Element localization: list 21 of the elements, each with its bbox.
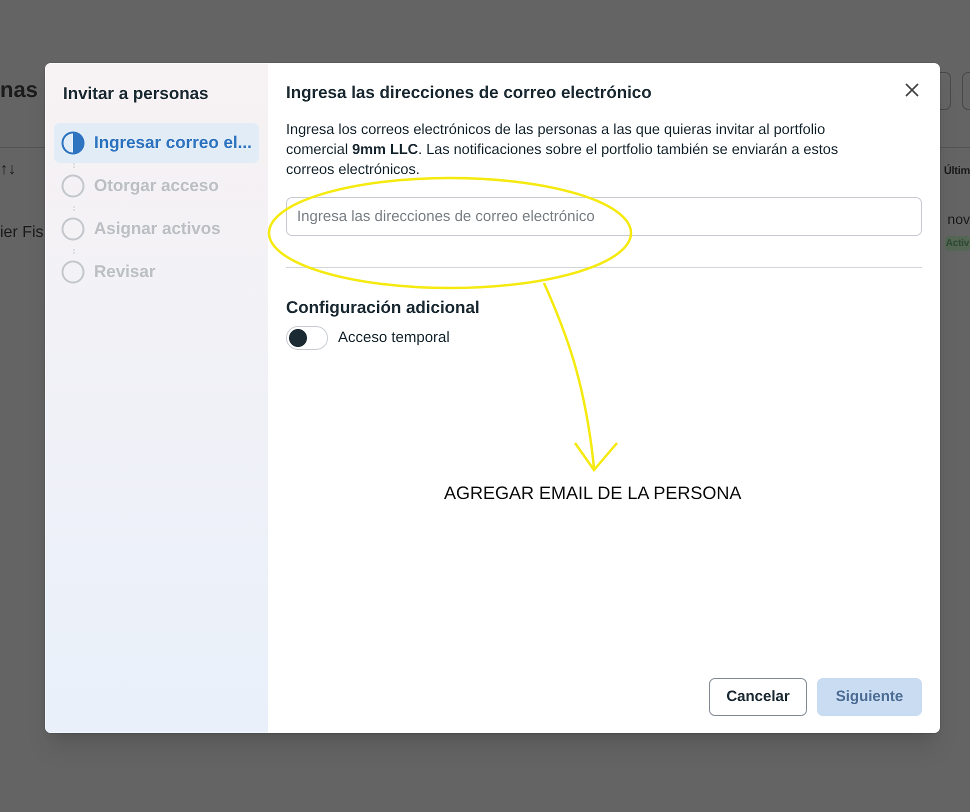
cancel-button[interactable]: Cancelar [709, 678, 807, 716]
step-item[interactable]: Ingresar correo el... [54, 122, 259, 162]
dialog-title: Ingresa las direcciones de correo electrónico [286, 82, 652, 104]
section-title: Configuración adicional [286, 296, 481, 319]
circle-icon [61, 174, 85, 198]
step-item[interactable]: Otorgar acceso [54, 166, 259, 206]
email-field[interactable]: Ingresa las direcciones de correo electrónico [286, 196, 922, 236]
sort-icon[interactable]: ↑↓ [0, 158, 16, 182]
description-text: Ingresa los correos electrónicos de las personas a las que quieras invitar al portfolio comercial 9mm LLC. Las notificaciones sobre el portfolio también se enviarán a estos correos electrónicos. [286, 120, 840, 180]
step-item[interactable]: Asignar activos [54, 208, 259, 248]
column-header: Últim [944, 163, 970, 179]
toggle-switch[interactable] [286, 326, 328, 350]
circle-icon [61, 216, 85, 240]
toggle-label: Acceso temporal [338, 328, 450, 348]
table-cell-text: ier Fis [0, 223, 44, 243]
annotation-text: AGREGAR EMAIL DE LA PERSONA [444, 482, 742, 505]
half-circle-icon [61, 130, 85, 154]
sidebar-title: Invitar a personas [62, 83, 210, 105]
table-cell-text: nov [947, 210, 970, 229]
page-title: nas [0, 76, 38, 104]
circle-icon [61, 260, 85, 284]
